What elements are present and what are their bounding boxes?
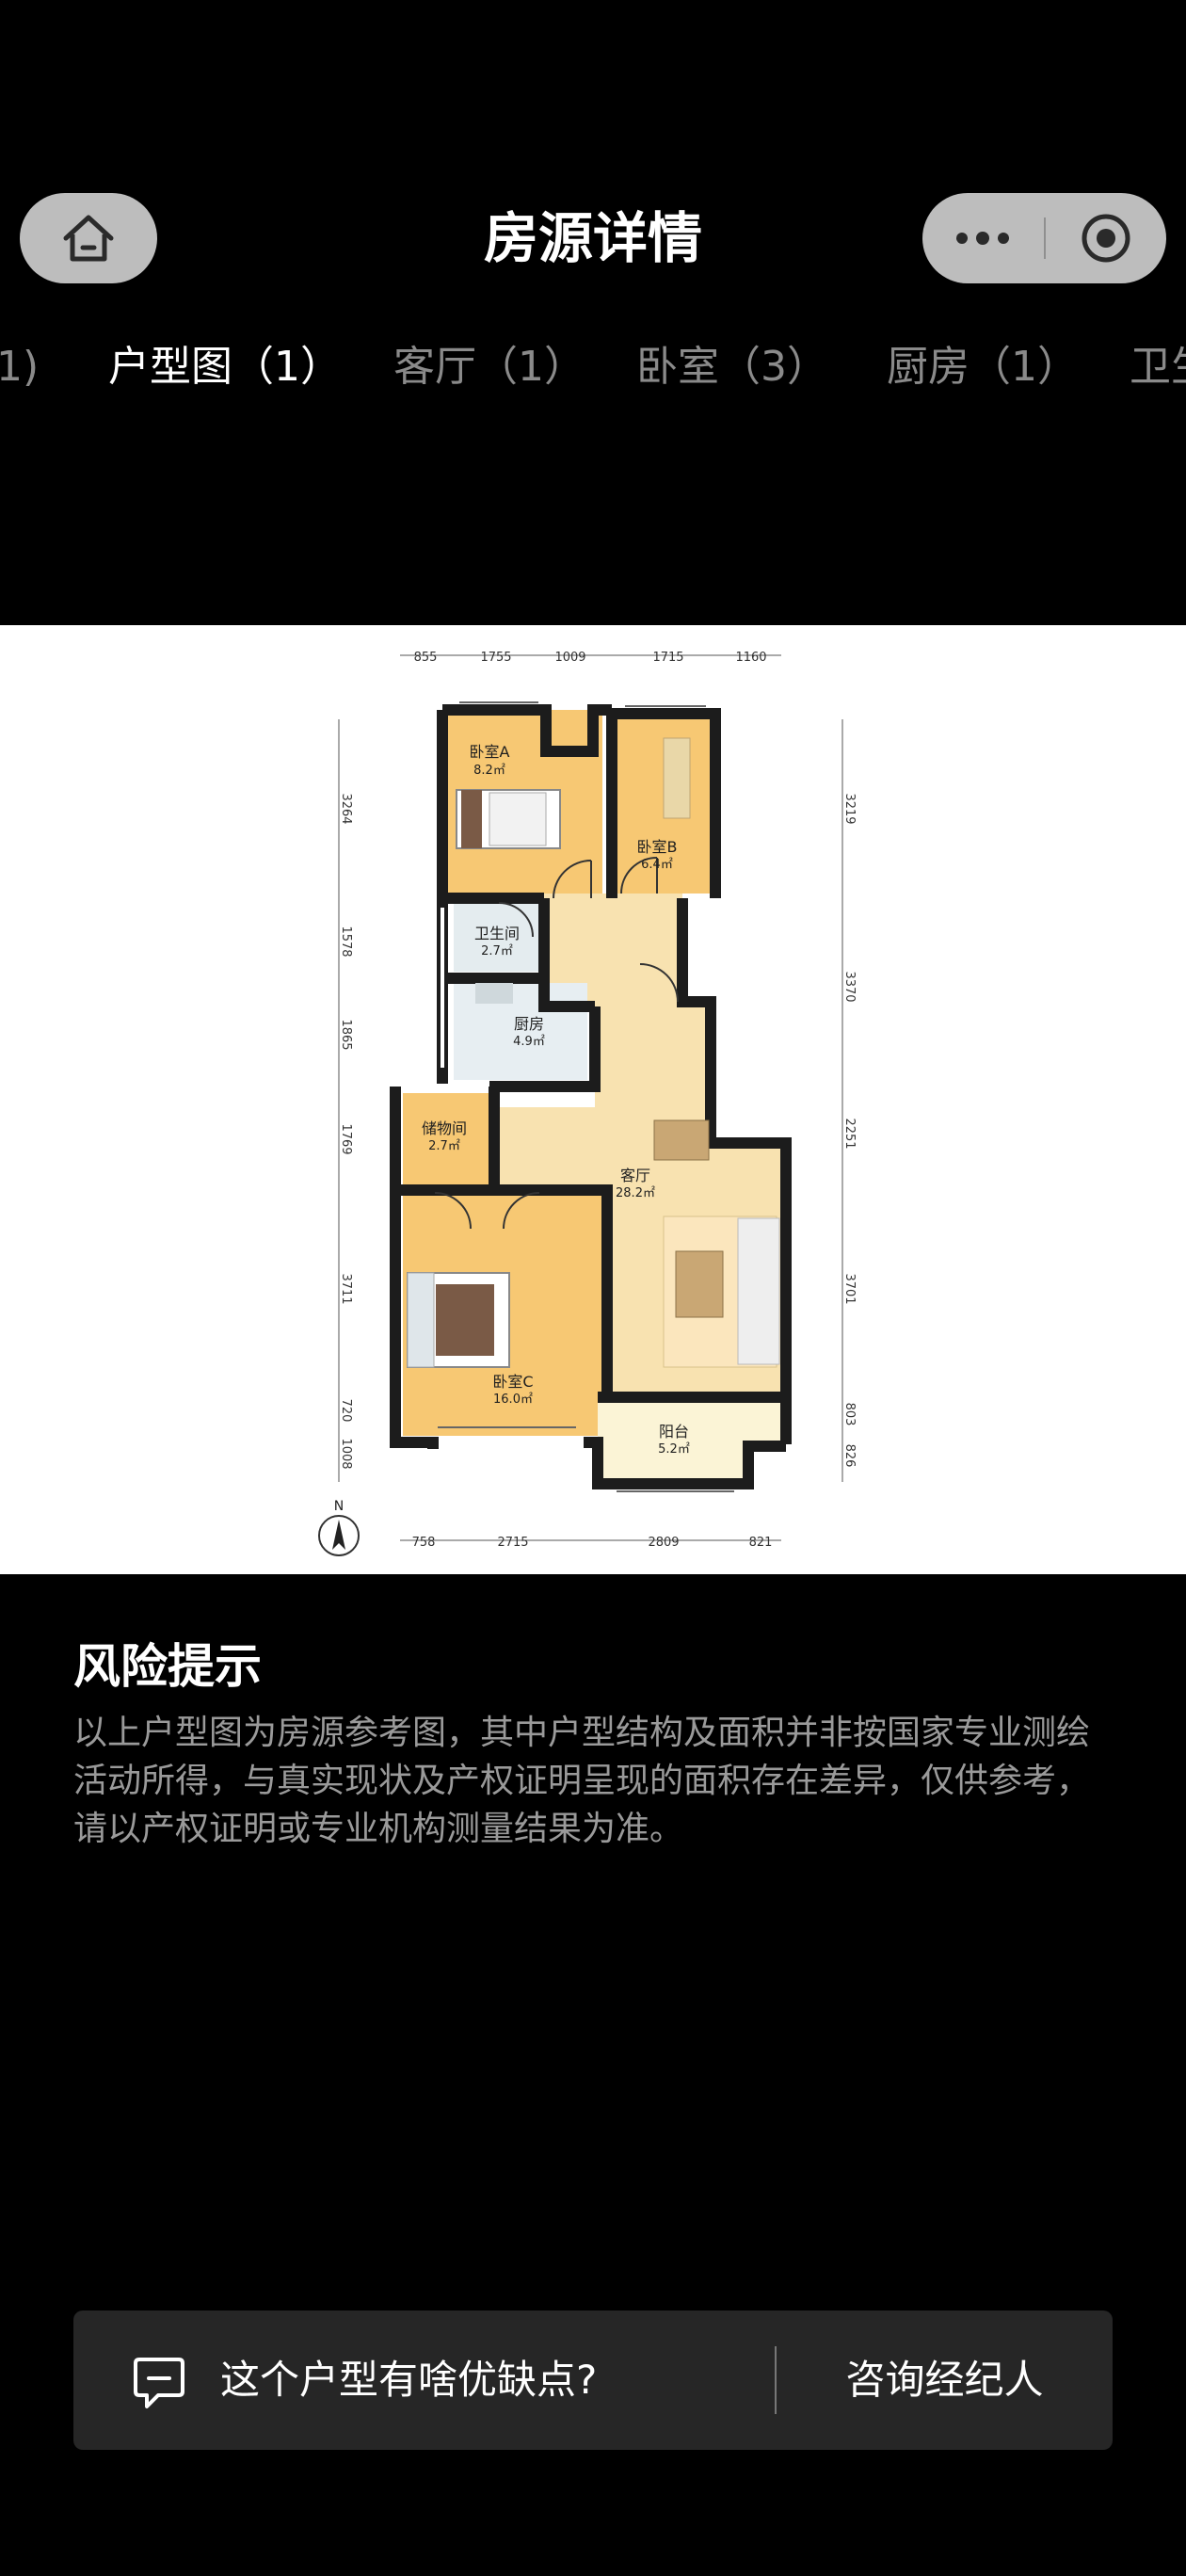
photo-category-tabs: 1) 户型图（1） 客厅（1） 卧室（3） 厨房（1） 卫生 — [0, 334, 1186, 400]
tab-living-room[interactable]: 客厅（1） — [393, 334, 585, 400]
dim-left-5: 3711 — [339, 1273, 353, 1304]
dim-right-2: 3370 — [842, 971, 857, 1002]
room-bathroom-name: 卫生间 — [474, 925, 520, 942]
floorplan-image[interactable]: 卧室A 8.2㎡ 卧室B 6.4㎡ 卫生间 2.7㎡ 厨房 4.9㎡ 储物间 2… — [0, 625, 1186, 1574]
room-bedroom-a-name: 卧室A — [470, 743, 510, 761]
dim-bottom-1: 758 — [412, 1536, 436, 1550]
room-bedroom-c-area: 16.0㎡ — [493, 1393, 533, 1407]
more-button[interactable] — [922, 193, 1044, 283]
room-storage-name: 储物间 — [422, 1119, 467, 1137]
dim-top-3: 1009 — [554, 651, 585, 665]
compass-icon: N — [318, 1499, 360, 1556]
dim-bottom-3: 2809 — [648, 1536, 679, 1550]
chat-bubble-icon — [134, 2358, 184, 2408]
room-bedroom-b-area: 6.4㎡ — [641, 858, 673, 872]
room-bedroom-a-area: 8.2㎡ — [473, 764, 505, 778]
room-kitchen-name: 厨房 — [514, 1015, 544, 1033]
dim-top-5: 1160 — [735, 651, 766, 665]
dim-top-4: 1715 — [652, 651, 683, 665]
room-bedroom-b-name: 卧室B — [637, 838, 678, 856]
close-button[interactable] — [1046, 193, 1167, 283]
room-storage-area: 2.7㎡ — [428, 1139, 460, 1153]
dim-left-3: 1865 — [339, 1019, 353, 1050]
dim-left-7: 1008 — [339, 1438, 353, 1469]
tab-floorplan[interactable]: 户型图（1） — [108, 334, 342, 400]
room-living-name: 客厅 — [620, 1167, 650, 1184]
room-kitchen-area: 4.9㎡ — [513, 1035, 545, 1049]
room-bathroom-area: 2.7㎡ — [481, 944, 513, 958]
room-living-area: 28.2㎡ — [616, 1186, 655, 1200]
ask-question-label: 这个户型有啥优缺点? — [220, 2357, 598, 2403]
room-balcony-name: 阳台 — [659, 1423, 689, 1441]
risk-title: 风险提示 — [73, 1639, 262, 1694]
bottom-action-bar: 这个户型有啥优缺点? 咨询经纪人 — [73, 2310, 1113, 2450]
ask-question-button[interactable]: 这个户型有啥优缺点? — [73, 2310, 775, 2450]
target-close-icon — [1082, 214, 1130, 263]
dim-right-1: 3219 — [842, 793, 857, 824]
tab-bedroom[interactable]: 卧室（3） — [636, 334, 828, 400]
dim-left-4: 1769 — [339, 1123, 353, 1154]
dim-bottom-2: 2715 — [497, 1536, 528, 1550]
more-icon — [956, 232, 1010, 245]
dim-right-5: 803 — [842, 1403, 857, 1426]
consult-agent-button[interactable]: 咨询经纪人 — [777, 2310, 1113, 2450]
tab-previous[interactable]: 1) — [0, 334, 39, 400]
mini-program-capsule — [922, 193, 1166, 283]
dim-top-1: 855 — [414, 651, 438, 665]
dim-right-4: 3701 — [842, 1273, 857, 1304]
room-balcony-area: 5.2㎡ — [658, 1442, 690, 1457]
dim-top-2: 1755 — [480, 651, 511, 665]
tab-kitchen[interactable]: 厨房（1） — [887, 334, 1079, 400]
dim-right-6: 826 — [842, 1444, 857, 1468]
compass-label: N — [334, 1499, 344, 1514]
tab-bathroom[interactable]: 卫生 — [1130, 334, 1186, 400]
risk-text: 以上户型图为房源参考图，其中户型结构及面积并非按国家专业测绘活动所得，与真实现状… — [73, 1714, 1091, 1848]
dim-bottom-4: 821 — [749, 1536, 773, 1550]
dim-right-3: 2251 — [842, 1118, 857, 1149]
dim-left-6: 720 — [339, 1399, 353, 1423]
dim-left-2: 1578 — [339, 926, 353, 957]
room-bedroom-c-name: 卧室C — [492, 1373, 533, 1391]
dim-left-1: 3264 — [339, 793, 353, 824]
